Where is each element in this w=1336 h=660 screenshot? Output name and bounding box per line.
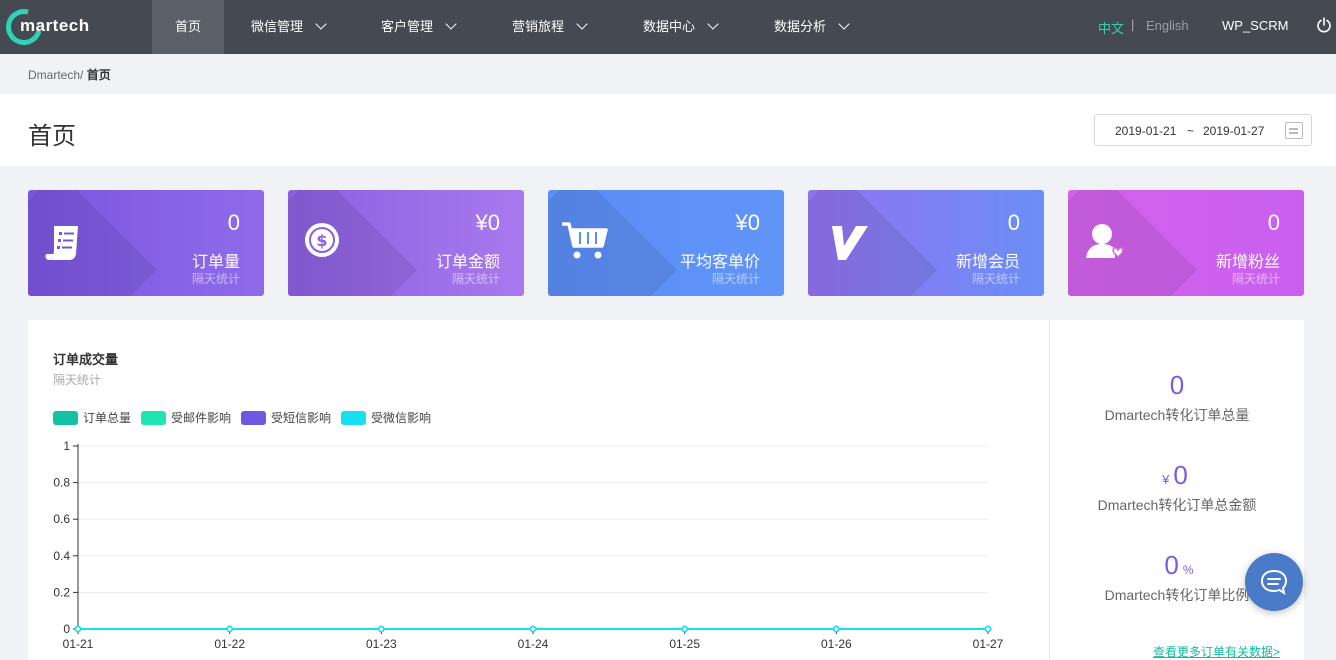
x-tick-label: 01-27	[973, 637, 1004, 651]
nav-item-analytics[interactable]: 数据分析	[774, 0, 850, 54]
x-tick-label: 01-24	[518, 637, 549, 651]
chevron-down-icon	[707, 18, 719, 30]
nav-item-journey[interactable]: 营销旅程	[512, 0, 588, 54]
kpi-order-amount-label: Dmartech转化订单总金额	[1097, 497, 1257, 513]
kpi-number: 0	[1169, 370, 1185, 400]
card-sub: 隔天统计	[451, 272, 500, 286]
order-volume-chart: 0 0.2 0.4 0.6 0.8 1 01-21 01-22 01-23 01-24 01-25 0…	[53, 439, 1004, 651]
y-tick-label: 0.8	[53, 476, 70, 490]
dollar-coin-icon: $	[305, 223, 339, 257]
top-nav-bar: martech 首页 微信管理 客户管理 营销旅程 数据中心 数据分析 中文 |…	[0, 0, 1336, 54]
card-label: 新增粉丝	[1215, 254, 1280, 271]
lang-separator: |	[1131, 17, 1135, 32]
vip-v-icon	[832, 226, 868, 260]
card-sub: 隔天统计	[1231, 272, 1280, 286]
card-value: 0	[227, 210, 240, 235]
date-separator: ~	[1187, 124, 1195, 138]
data-point	[681, 625, 688, 633]
card-sub: 隔天统计	[971, 272, 1020, 286]
card-label: 新增会员	[955, 254, 1020, 271]
nav-item-label: 数据分析	[774, 19, 827, 34]
data-point	[833, 625, 840, 633]
lang-zh-link[interactable]: 中文	[1098, 18, 1124, 37]
shopping-cart-icon	[562, 222, 608, 259]
kpi-order-total-value: 0	[1050, 370, 1304, 401]
nav-item-label: 营销旅程	[512, 19, 565, 34]
y-tick-label: 0.6	[53, 512, 70, 526]
x-tick-label: 01-22	[214, 637, 245, 651]
date-start[interactable]: 2019-01-21	[1115, 124, 1176, 138]
stat-card-avg-price: ¥0 平均客单价 隔天统计	[548, 190, 784, 296]
card-value: 0	[1267, 210, 1280, 235]
card-value: ¥0	[475, 210, 500, 235]
date-range-picker[interactable]: 2019-01-21 ~ 2019-01-27	[1094, 114, 1312, 146]
nav-item-label: 微信管理	[251, 19, 304, 34]
kpi-number: 0	[1164, 550, 1179, 580]
kpi-suffix: %	[1182, 563, 1194, 577]
nav-item-home[interactable]: 首页	[152, 0, 224, 54]
card-value: 0	[1007, 210, 1020, 235]
kpi-prefix: ¥	[1162, 472, 1170, 487]
receipt-icon	[45, 226, 78, 260]
stat-card-order-amount: $ ¥0 订单金额 隔天统计	[288, 190, 524, 296]
lang-en-link[interactable]: English	[1146, 18, 1189, 33]
page-header: 首页 2019-01-21 ~ 2019-01-27	[0, 94, 1336, 166]
x-tick-label: 01-25	[669, 637, 700, 651]
logo-text: martech	[20, 16, 90, 35]
date-end[interactable]: 2019-01-27	[1203, 124, 1264, 138]
nav-item-data-center[interactable]: 数据中心	[643, 0, 719, 54]
card-sub: 隔天统计	[191, 272, 240, 286]
chevron-down-icon	[445, 18, 457, 30]
data-point	[984, 625, 992, 633]
user-heart-icon	[1086, 224, 1124, 259]
stat-card-orders: 0 订单量 隔天统计	[28, 190, 264, 296]
nav-item-customers[interactable]: 客户管理	[381, 0, 457, 54]
nav-item-label: 数据中心	[643, 19, 696, 34]
breadcrumb-current: 首页	[86, 68, 111, 82]
breadcrumb-root[interactable]: Dmartech/	[28, 68, 83, 82]
svg-text:$: $	[316, 231, 327, 250]
stat-card-new-fans: 0 新增粉丝 隔天统计	[1068, 190, 1304, 296]
kpi-order-amount-value: ¥0	[1050, 460, 1304, 491]
card-label: 平均客单价	[679, 254, 760, 271]
power-icon[interactable]	[1316, 17, 1332, 33]
kpi-order-total-label: Dmartech转化订单总量	[1104, 407, 1250, 423]
kpi-number: 0	[1173, 460, 1188, 490]
calendar-icon[interactable]	[1285, 122, 1303, 139]
nav-item-label: 首页	[174, 19, 201, 34]
logo[interactable]: martech	[0, 2, 106, 52]
chat-button[interactable]	[1245, 553, 1303, 611]
chevron-down-icon	[576, 18, 588, 30]
chevron-down-icon	[315, 18, 327, 30]
y-tick-label: 1	[63, 439, 70, 453]
username[interactable]: WP_SCRM	[1222, 18, 1288, 33]
x-tick-label: 01-21	[63, 637, 94, 651]
data-point	[74, 625, 82, 633]
nav-item-wechat[interactable]: 微信管理	[251, 0, 327, 54]
data-point	[378, 625, 385, 633]
x-tick-label: 01-26	[821, 637, 852, 651]
breadcrumb: Dmartech/ 首页	[28, 66, 111, 83]
chevron-down-icon	[838, 18, 850, 30]
stat-card-new-members: 0 新增会员 隔天统计	[808, 190, 1044, 296]
view-more-orders-link[interactable]: 查看更多订单有关数据>	[1153, 643, 1280, 660]
y-tick-label: 0.4	[53, 549, 70, 563]
y-tick-label: 0	[63, 622, 70, 636]
data-point	[226, 625, 233, 633]
chat-bubble-icon	[1260, 569, 1288, 596]
card-label: 订单金额	[435, 254, 500, 271]
order-volume-panel: 订单成交量 隔天统计 订单总量 受邮件影响 受短信影响 受微信影响 0 0.2 0.…	[28, 320, 1304, 660]
card-sub: 隔天统计	[711, 272, 760, 286]
card-value: ¥0	[735, 210, 760, 235]
page-title: 首页	[28, 123, 76, 150]
nav-item-label: 客户管理	[381, 19, 434, 34]
data-point	[529, 625, 537, 633]
x-tick-label: 01-23	[366, 637, 397, 651]
y-tick-label: 0.2	[53, 585, 70, 599]
card-label: 订单量	[191, 254, 240, 271]
